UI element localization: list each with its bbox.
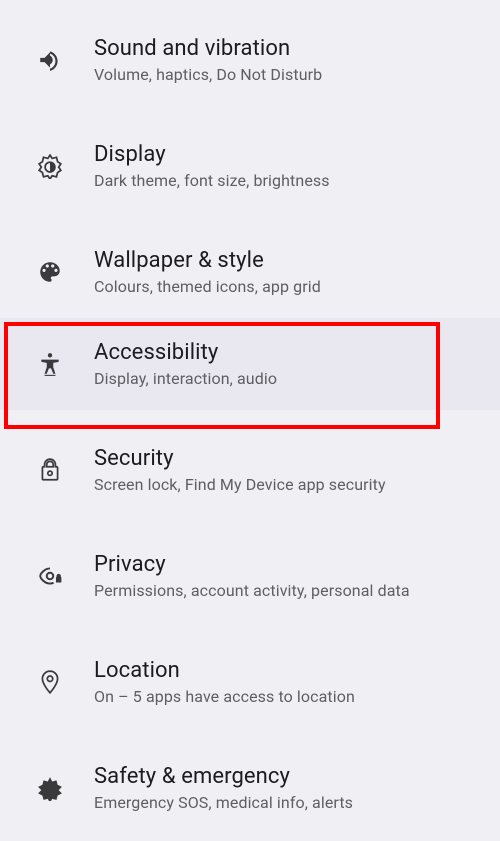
settings-item-security[interactable]: Security Screen lock, Find My Device app… <box>0 424 500 516</box>
location-icon <box>28 669 72 695</box>
settings-item-wallpaper[interactable]: Wallpaper & style Colours, themed icons,… <box>0 226 500 318</box>
item-title: Safety & emergency <box>94 764 482 789</box>
item-title: Wallpaper & style <box>94 248 482 273</box>
lock-icon <box>28 457 72 483</box>
settings-item-sound[interactable]: Sound and vibration Volume, haptics, Do … <box>0 14 500 106</box>
item-title: Accessibility <box>94 340 482 365</box>
settings-list: Sound and vibration Volume, haptics, Do … <box>0 0 500 834</box>
item-subtitle: Volume, haptics, Do Not Disturb <box>94 65 482 84</box>
item-subtitle: Screen lock, Find My Device app security <box>94 475 482 494</box>
item-subtitle: Dark theme, font size, brightness <box>94 171 482 190</box>
item-subtitle: Colours, themed icons, app grid <box>94 277 482 296</box>
item-title: Display <box>94 142 482 167</box>
item-title: Security <box>94 446 482 471</box>
volume-icon <box>28 47 72 73</box>
settings-item-safety[interactable]: Safety & emergency Emergency SOS, medica… <box>0 742 500 834</box>
item-title: Privacy <box>94 552 482 577</box>
item-subtitle: Permissions, account activity, personal … <box>94 581 482 600</box>
settings-item-privacy[interactable]: Privacy Permissions, account activity, p… <box>0 530 500 622</box>
item-subtitle: Display, interaction, audio <box>94 369 482 388</box>
medical-icon <box>28 775 72 801</box>
settings-item-display[interactable]: Display Dark theme, font size, brightnes… <box>0 120 500 212</box>
palette-icon <box>28 259 72 285</box>
item-title: Location <box>94 658 482 683</box>
settings-item-accessibility[interactable]: Accessibility Display, interaction, audi… <box>0 318 500 410</box>
brightness-icon <box>28 153 72 179</box>
item-subtitle: On – 5 apps have access to location <box>94 687 482 706</box>
privacy-icon <box>28 563 72 589</box>
settings-item-location[interactable]: Location On – 5 apps have access to loca… <box>0 636 500 728</box>
item-title: Sound and vibration <box>94 36 482 61</box>
accessibility-icon <box>28 351 72 377</box>
item-subtitle: Emergency SOS, medical info, alerts <box>94 793 482 812</box>
